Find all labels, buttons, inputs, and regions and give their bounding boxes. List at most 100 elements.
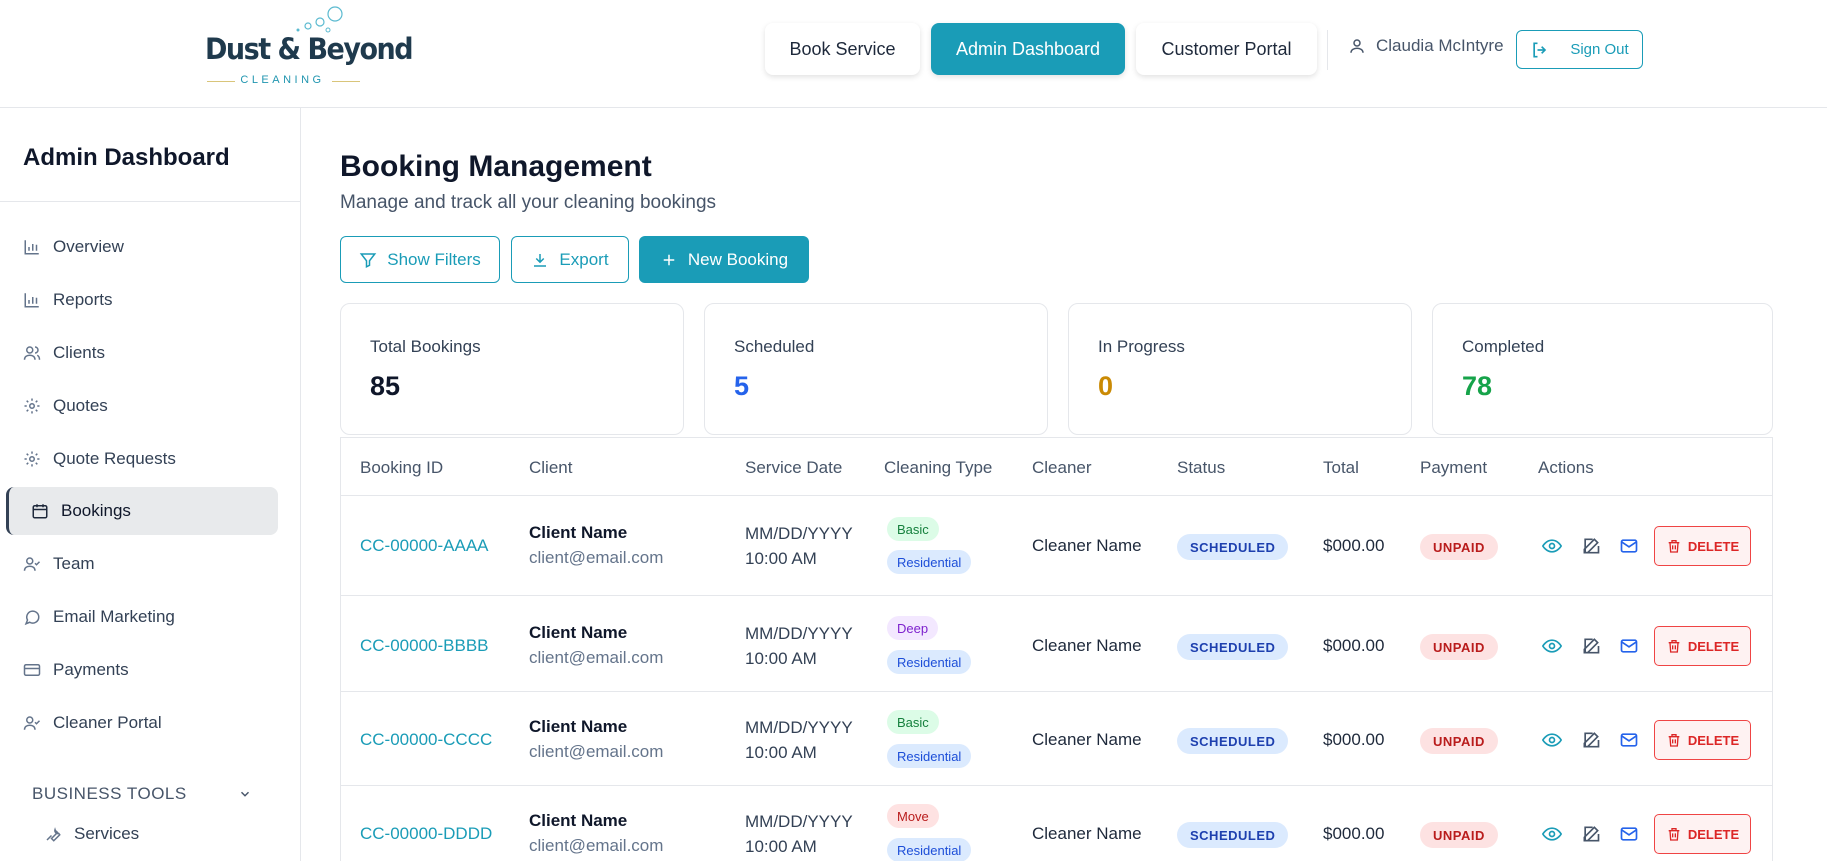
category-badge: Residential bbox=[887, 838, 972, 861]
email-icon[interactable] bbox=[1618, 823, 1640, 845]
stat-label: In Progress bbox=[1098, 337, 1185, 356]
delete-button[interactable]: DELETE bbox=[1654, 814, 1751, 854]
export-button[interactable]: Export bbox=[511, 236, 629, 283]
user-menu[interactable]: Claudia McIntyre bbox=[1348, 36, 1504, 56]
plus-icon bbox=[663, 254, 675, 265]
column-header-client[interactable]: Client bbox=[529, 458, 572, 478]
stat-label: Scheduled bbox=[734, 337, 815, 356]
show-filters-label: Show Filters bbox=[387, 249, 481, 269]
service-time: 10:00 AM bbox=[745, 743, 817, 762]
header-divider bbox=[1327, 30, 1328, 70]
sidebar-item-label: Bookings bbox=[61, 501, 131, 520]
bar-chart-icon bbox=[24, 293, 39, 308]
sidebar-item-quotes[interactable]: Quotes bbox=[6, 382, 278, 430]
bar-chart-icon bbox=[24, 240, 39, 255]
booking-id-link[interactable]: CC-00000-CCCC bbox=[360, 730, 492, 750]
delete-button[interactable]: DELETE bbox=[1654, 720, 1751, 760]
table-row[interactable]: CC-00000-CCCC Client Name client@email.c… bbox=[341, 691, 1772, 785]
download-icon bbox=[534, 253, 547, 267]
client-name: Client Name bbox=[529, 523, 628, 542]
view-icon[interactable] bbox=[1541, 823, 1563, 845]
view-icon[interactable] bbox=[1541, 729, 1563, 751]
cleaner-name: Cleaner Name bbox=[1032, 730, 1142, 749]
sidebar-item-overview[interactable]: Overview bbox=[6, 223, 278, 271]
column-header-total[interactable]: Total bbox=[1323, 458, 1359, 478]
booking-id-link[interactable]: CC-00000-AAAA bbox=[360, 536, 489, 556]
table-row[interactable]: CC-00000-BBBB Client Name client@email.c… bbox=[341, 595, 1772, 691]
nav-admin-dashboard[interactable]: Admin Dashboard bbox=[931, 23, 1125, 75]
edit-icon[interactable] bbox=[1580, 635, 1602, 657]
view-icon[interactable] bbox=[1541, 635, 1563, 657]
booking-id-link[interactable]: CC-00000-BBBB bbox=[360, 636, 489, 656]
sidebar-divider bbox=[0, 201, 300, 202]
delete-button[interactable]: DELETE bbox=[1654, 626, 1751, 666]
service-time: 10:00 AM bbox=[745, 549, 817, 568]
new-booking-button[interactable]: New Booking bbox=[639, 236, 809, 283]
sidebar-title: Admin Dashboard bbox=[23, 144, 230, 171]
sidebar-item-bookings[interactable]: Bookings bbox=[6, 487, 278, 535]
booking-total: $000.00 bbox=[1323, 536, 1385, 555]
brand-logo[interactable]: Dust & Beyond CLEANING bbox=[205, 4, 414, 90]
client-name: Client Name bbox=[529, 811, 628, 830]
column-header-cleaner[interactable]: Cleaner bbox=[1032, 458, 1092, 478]
nav-book-service[interactable]: Book Service bbox=[765, 23, 920, 75]
email-icon[interactable] bbox=[1618, 535, 1640, 557]
nav-customer-portal[interactable]: Customer Portal bbox=[1136, 23, 1317, 75]
sidebar-item-cleaner-portal[interactable]: Cleaner Portal bbox=[6, 699, 278, 747]
sidebar-item-team[interactable]: Team bbox=[6, 540, 278, 588]
email-icon[interactable] bbox=[1618, 635, 1640, 657]
edit-icon[interactable] bbox=[1580, 823, 1602, 845]
column-header-booking-id[interactable]: Booking ID bbox=[360, 458, 443, 478]
logo-rule-right bbox=[332, 81, 360, 82]
show-filters-button[interactable]: Show Filters bbox=[340, 236, 500, 283]
sidebar-item-label: Email Marketing bbox=[53, 607, 175, 626]
booking-id-link[interactable]: CC-00000-DDDD bbox=[360, 824, 492, 844]
cleaning-type-badge: Basic bbox=[887, 517, 939, 541]
client-name: Client Name bbox=[529, 717, 628, 736]
sidebar-item-services[interactable]: Services bbox=[44, 824, 139, 844]
gear-icon bbox=[24, 451, 40, 467]
column-header-cleaning-type[interactable]: Cleaning Type bbox=[884, 458, 992, 478]
business-tools-toggle[interactable]: BUSINESS TOOLS bbox=[32, 784, 252, 804]
sidebar-item-label: Payments bbox=[53, 660, 129, 679]
service-date: MM/DD/YYYY bbox=[745, 524, 853, 543]
email-icon[interactable] bbox=[1618, 729, 1640, 751]
booking-total: $000.00 bbox=[1323, 824, 1385, 843]
sign-out-icon bbox=[1533, 42, 1547, 57]
sidebar-item-clients[interactable]: Clients bbox=[6, 329, 278, 377]
sidebar-item-label: Quote Requests bbox=[53, 449, 176, 468]
sidebar-item-quote-requests[interactable]: Quote Requests bbox=[6, 435, 278, 483]
sidebar-item-reports[interactable]: Reports bbox=[6, 276, 278, 324]
category-badge: Residential bbox=[887, 744, 972, 768]
client-email: client@email.com bbox=[529, 836, 664, 855]
view-icon[interactable] bbox=[1541, 535, 1563, 557]
brand-name: Dust & Beyond bbox=[205, 32, 414, 67]
cleaning-type-badge: Deep bbox=[887, 616, 939, 640]
sidebar-item-label: Services bbox=[74, 824, 140, 843]
service-date: MM/DD/YYYY bbox=[745, 718, 853, 737]
column-header-status[interactable]: Status bbox=[1177, 458, 1225, 478]
payment-badge: UNPAID bbox=[1420, 822, 1498, 848]
stat-completed: Completed 78 bbox=[1432, 303, 1773, 435]
sign-out-button[interactable]: Sign Out bbox=[1516, 30, 1643, 69]
column-header-payment[interactable]: Payment bbox=[1420, 458, 1487, 478]
status-badge: SCHEDULED bbox=[1177, 822, 1289, 848]
booking-total: $000.00 bbox=[1323, 636, 1385, 655]
table-row[interactable]: CC-00000-DDDD Client Name client@email.c… bbox=[341, 785, 1772, 861]
column-header-actions: Actions bbox=[1538, 458, 1594, 477]
payment-badge: UNPAID bbox=[1420, 728, 1498, 754]
sign-out-label: Sign Out bbox=[1570, 41, 1629, 58]
sidebar-item-label: Overview bbox=[53, 237, 124, 256]
delete-label: DELETE bbox=[1687, 538, 1740, 554]
sidebar-item-payments[interactable]: Payments bbox=[6, 646, 278, 694]
sidebar-item-email-marketing[interactable]: Email Marketing bbox=[6, 593, 278, 641]
column-header-service-date[interactable]: Service Date bbox=[745, 458, 842, 478]
status-badge: SCHEDULED bbox=[1177, 534, 1289, 560]
edit-icon[interactable] bbox=[1580, 535, 1602, 557]
edit-icon[interactable] bbox=[1580, 729, 1602, 751]
top-header: Dust & Beyond CLEANING Book Service Admi… bbox=[0, 0, 1827, 108]
service-date: MM/DD/YYYY bbox=[745, 624, 853, 643]
stat-total-bookings: Total Bookings 85 bbox=[340, 303, 684, 435]
delete-button[interactable]: DELETE bbox=[1654, 526, 1751, 566]
table-row[interactable]: CC-00000-AAAA Client Name client@email.c… bbox=[341, 495, 1772, 595]
